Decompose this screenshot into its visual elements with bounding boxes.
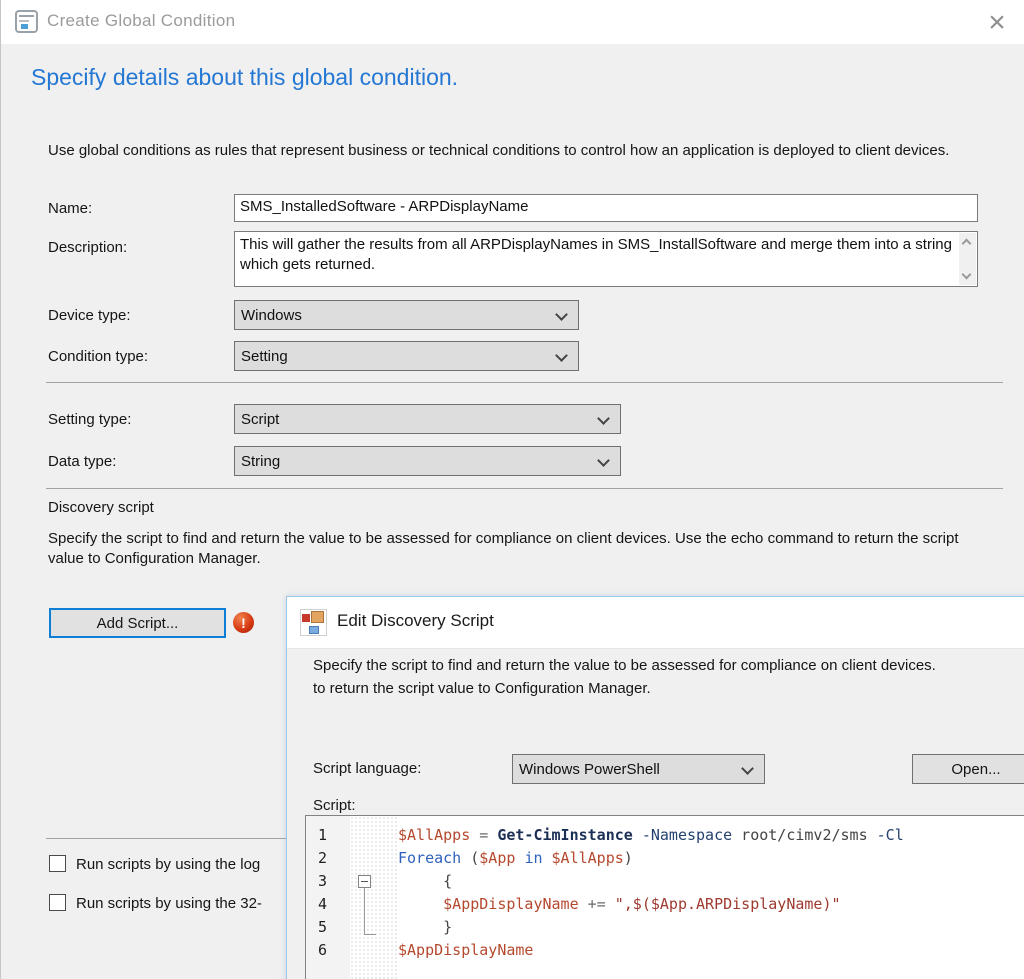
window-title: Create Global Condition [47,11,235,31]
data-type-value: String [241,453,280,470]
page-heading: Specify details about this global condit… [31,64,458,91]
add-script-button[interactable]: Add Script... [49,608,226,638]
chevron-down-icon [597,454,610,467]
script-editor[interactable]: 123456 $AllApps = Get-CimInstance -Names… [305,815,1024,979]
script-language-label: Script language: [313,760,421,777]
description-scrollbar[interactable] [959,233,976,285]
form-icon [300,609,327,636]
data-type-label: Data type: [48,453,116,470]
fold-margin [350,816,398,979]
device-type-select[interactable]: Windows [234,300,579,330]
name-input[interactable]: SMS_InstalledSoftware - ARPDisplayName [234,194,978,222]
fold-connector-line [364,888,365,934]
window-icon [15,10,38,33]
run-32bit-checkbox[interactable] [49,894,66,911]
run-32bit-checkbox-label: Run scripts by using the 32- [76,895,262,912]
script-language-value: Windows PowerShell [519,761,660,778]
condition-type-label: Condition type: [48,348,148,365]
line-number: 1 [306,824,350,847]
run-logged-checkbox[interactable] [49,855,66,872]
fold-connector-corner [364,934,376,935]
line-number: 4 [306,893,350,916]
line-number: 3 [306,870,350,893]
line-number: 6 [306,939,350,962]
warning-glyph: ! [241,616,246,630]
window-titlebar: Create Global Condition × [1,0,1024,44]
device-type-label: Device type: [48,307,131,324]
close-button[interactable]: × [977,6,1017,40]
separator [46,488,1003,489]
code-line: $AppDisplayName [398,939,1024,962]
description-textarea[interactable]: This will gather the results from all AR… [234,231,978,287]
description-label: Description: [48,239,127,256]
chevron-down-icon [597,412,610,425]
separator [46,382,1003,383]
discovery-script-heading: Discovery script [48,499,154,516]
name-label: Name: [48,200,92,217]
fold-collapse-icon[interactable] [358,875,371,888]
script-label: Script: [313,797,356,814]
device-type-value: Windows [241,307,302,324]
scroll-down-icon[interactable] [962,270,972,280]
script-language-select[interactable]: Windows PowerShell [512,754,765,784]
code-line: { [398,870,1024,893]
create-global-condition-window: Create Global Condition × Specify detail… [0,0,1024,979]
setting-type-value: Script [241,411,279,428]
open-button[interactable]: Open... [912,754,1024,784]
code-line: } [398,916,1024,939]
data-type-select[interactable]: String [234,446,621,476]
edit-discovery-script-dialog: Edit Discovery Script Specify the script… [286,596,1024,979]
condition-type-select[interactable]: Setting [234,341,579,371]
code-lines[interactable]: $AllApps = Get-CimInstance -Namespace ro… [398,816,1024,979]
discovery-instructions: Specify the script to find and return th… [48,529,966,569]
edit-dialog-titlebar: Edit Discovery Script [287,597,1024,649]
warning-icon: ! [233,612,254,633]
chevron-down-icon [741,762,754,775]
chevron-down-icon [555,349,568,362]
gutter-numbers: 123456 [306,816,350,979]
run-logged-checkbox-label: Run scripts by using the log [76,856,260,873]
intro-text: Use global conditions as rules that repr… [48,141,966,161]
code-line: $AllApps = Get-CimInstance -Namespace ro… [398,824,1024,847]
line-number: 5 [306,916,350,939]
code-line: $AppDisplayName += ",$($App.ARPDisplayNa… [398,893,1024,916]
description-text: This will gather the results from all AR… [240,235,956,275]
scroll-up-icon[interactable] [962,239,972,249]
edit-instructions-line2: to return the script value to Configurat… [313,680,1024,697]
condition-type-value: Setting [241,348,288,365]
code-line: Foreach ($App in $AllApps) [398,847,1024,870]
edit-instructions-line1: Specify the script to find and return th… [313,657,1024,674]
chevron-down-icon [555,308,568,321]
line-number: 2 [306,847,350,870]
setting-type-label: Setting type: [48,411,131,428]
edit-dialog-title: Edit Discovery Script [337,611,494,631]
setting-type-select[interactable]: Script [234,404,621,434]
close-icon: × [988,6,1006,40]
